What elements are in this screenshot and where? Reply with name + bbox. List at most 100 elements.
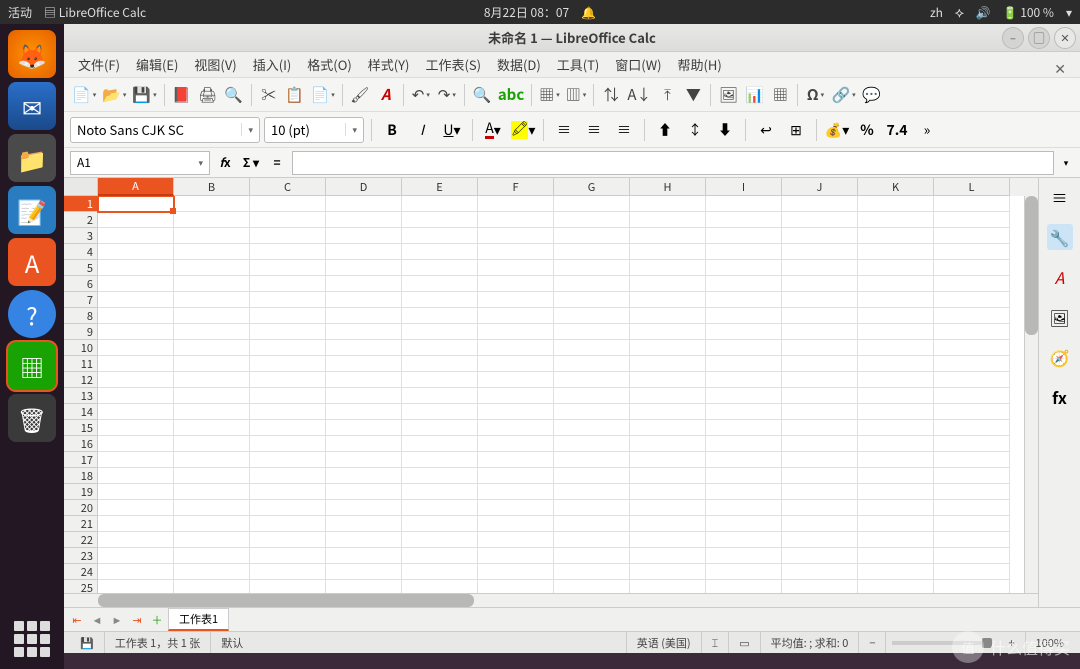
cell-E10[interactable] bbox=[402, 340, 478, 356]
cell-C2[interactable] bbox=[250, 212, 326, 228]
align-bottom-button[interactable]: ⬇ bbox=[712, 118, 738, 142]
special-char-button[interactable]: Ω bbox=[803, 83, 827, 107]
cell-D6[interactable] bbox=[326, 276, 402, 292]
cell-E24[interactable] bbox=[402, 564, 478, 580]
cell-K12[interactable] bbox=[858, 372, 934, 388]
status-selection-mode[interactable]: 默认 bbox=[211, 632, 626, 653]
cell-E12[interactable] bbox=[402, 372, 478, 388]
cell-J13[interactable] bbox=[782, 388, 858, 404]
menu-data[interactable]: 数据(D) bbox=[489, 52, 549, 77]
cell-B13[interactable] bbox=[174, 388, 250, 404]
cell-J11[interactable] bbox=[782, 356, 858, 372]
cell-B14[interactable] bbox=[174, 404, 250, 420]
sheet-tab-1[interactable]: 工作表1 bbox=[168, 608, 229, 631]
cell-G22[interactable] bbox=[554, 532, 630, 548]
cell-E9[interactable] bbox=[402, 324, 478, 340]
cell-C22[interactable] bbox=[250, 532, 326, 548]
cell-L1[interactable] bbox=[934, 196, 1010, 212]
cell-E13[interactable] bbox=[402, 388, 478, 404]
cell-C17[interactable] bbox=[250, 452, 326, 468]
spellcheck-button[interactable]: abc bbox=[496, 83, 526, 107]
cell-C5[interactable] bbox=[250, 260, 326, 276]
status-language[interactable]: 英语 (美国) bbox=[627, 632, 702, 653]
cell-I21[interactable] bbox=[706, 516, 782, 532]
cell-L9[interactable] bbox=[934, 324, 1010, 340]
cell-K24[interactable] bbox=[858, 564, 934, 580]
formula-input[interactable] bbox=[292, 151, 1054, 175]
cell-A10[interactable] bbox=[98, 340, 174, 356]
cell-H12[interactable] bbox=[630, 372, 706, 388]
system-menu-arrow[interactable]: ▾ bbox=[1066, 4, 1072, 21]
select-all-corner[interactable] bbox=[64, 178, 98, 196]
menu-tools[interactable]: 工具(T) bbox=[549, 52, 608, 77]
cell-G9[interactable] bbox=[554, 324, 630, 340]
tab-first-button[interactable]: ⇤ bbox=[68, 612, 86, 628]
cell-F15[interactable] bbox=[478, 420, 554, 436]
cell-E5[interactable] bbox=[402, 260, 478, 276]
close-button[interactable]: ✕ bbox=[1054, 27, 1076, 49]
cell-B1[interactable] bbox=[174, 196, 250, 212]
cell-B25[interactable] bbox=[174, 580, 250, 593]
menu-style[interactable]: 样式(Y) bbox=[360, 52, 418, 77]
cell-F14[interactable] bbox=[478, 404, 554, 420]
cell-L2[interactable] bbox=[934, 212, 1010, 228]
hyperlink-button[interactable]: 🔗 bbox=[829, 83, 857, 107]
cell-F24[interactable] bbox=[478, 564, 554, 580]
row-header-6[interactable]: 6 bbox=[64, 276, 98, 292]
cell-I11[interactable] bbox=[706, 356, 782, 372]
formula-expand-button[interactable]: ▾ bbox=[1058, 156, 1074, 169]
cell-A16[interactable] bbox=[98, 436, 174, 452]
row-header-25[interactable]: 25 bbox=[64, 580, 98, 593]
cell-H2[interactable] bbox=[630, 212, 706, 228]
cell-F1[interactable] bbox=[478, 196, 554, 212]
column-header-C[interactable]: C bbox=[250, 178, 326, 196]
cell-G10[interactable] bbox=[554, 340, 630, 356]
cell-C1[interactable] bbox=[250, 196, 326, 212]
cell-A22[interactable] bbox=[98, 532, 174, 548]
add-sheet-button[interactable]: ＋ bbox=[148, 612, 166, 628]
cell-A24[interactable] bbox=[98, 564, 174, 580]
cell-H6[interactable] bbox=[630, 276, 706, 292]
cell-D23[interactable] bbox=[326, 548, 402, 564]
cell-G20[interactable] bbox=[554, 500, 630, 516]
cell-H20[interactable] bbox=[630, 500, 706, 516]
cell-B4[interactable] bbox=[174, 244, 250, 260]
cell-F25[interactable] bbox=[478, 580, 554, 593]
cell-C21[interactable] bbox=[250, 516, 326, 532]
cell-F21[interactable] bbox=[478, 516, 554, 532]
menu-format[interactable]: 格式(O) bbox=[299, 52, 359, 77]
volume-icon[interactable]: 🔊 bbox=[976, 4, 991, 21]
cell-E11[interactable] bbox=[402, 356, 478, 372]
save-status-icon[interactable]: 💾 bbox=[70, 632, 105, 653]
cell-D11[interactable] bbox=[326, 356, 402, 372]
notification-icon[interactable]: 🔔 bbox=[581, 4, 596, 21]
cell-K20[interactable] bbox=[858, 500, 934, 516]
cell-G6[interactable] bbox=[554, 276, 630, 292]
cell-D25[interactable] bbox=[326, 580, 402, 593]
cell-L22[interactable] bbox=[934, 532, 1010, 548]
cell-I13[interactable] bbox=[706, 388, 782, 404]
row-header-14[interactable]: 14 bbox=[64, 404, 98, 420]
cell-J19[interactable] bbox=[782, 484, 858, 500]
cell-J10[interactable] bbox=[782, 340, 858, 356]
cell-J1[interactable] bbox=[782, 196, 858, 212]
function-wizard-button[interactable]: fx bbox=[214, 152, 236, 174]
cell-A17[interactable] bbox=[98, 452, 174, 468]
cell-A11[interactable] bbox=[98, 356, 174, 372]
cell-D15[interactable] bbox=[326, 420, 402, 436]
new-button[interactable]: 📄 bbox=[70, 83, 98, 107]
cell-J18[interactable] bbox=[782, 468, 858, 484]
cell-E21[interactable] bbox=[402, 516, 478, 532]
row-header-5[interactable]: 5 bbox=[64, 260, 98, 276]
cell-B5[interactable] bbox=[174, 260, 250, 276]
cell-K8[interactable] bbox=[858, 308, 934, 324]
autofilter-button[interactable]: ▼ bbox=[681, 83, 705, 107]
cell-A4[interactable] bbox=[98, 244, 174, 260]
cell-I14[interactable] bbox=[706, 404, 782, 420]
cell-G3[interactable] bbox=[554, 228, 630, 244]
cell-B19[interactable] bbox=[174, 484, 250, 500]
row-header-9[interactable]: 9 bbox=[64, 324, 98, 340]
cell-G24[interactable] bbox=[554, 564, 630, 580]
menu-edit[interactable]: 编辑(E) bbox=[128, 52, 186, 77]
row-header-16[interactable]: 16 bbox=[64, 436, 98, 452]
